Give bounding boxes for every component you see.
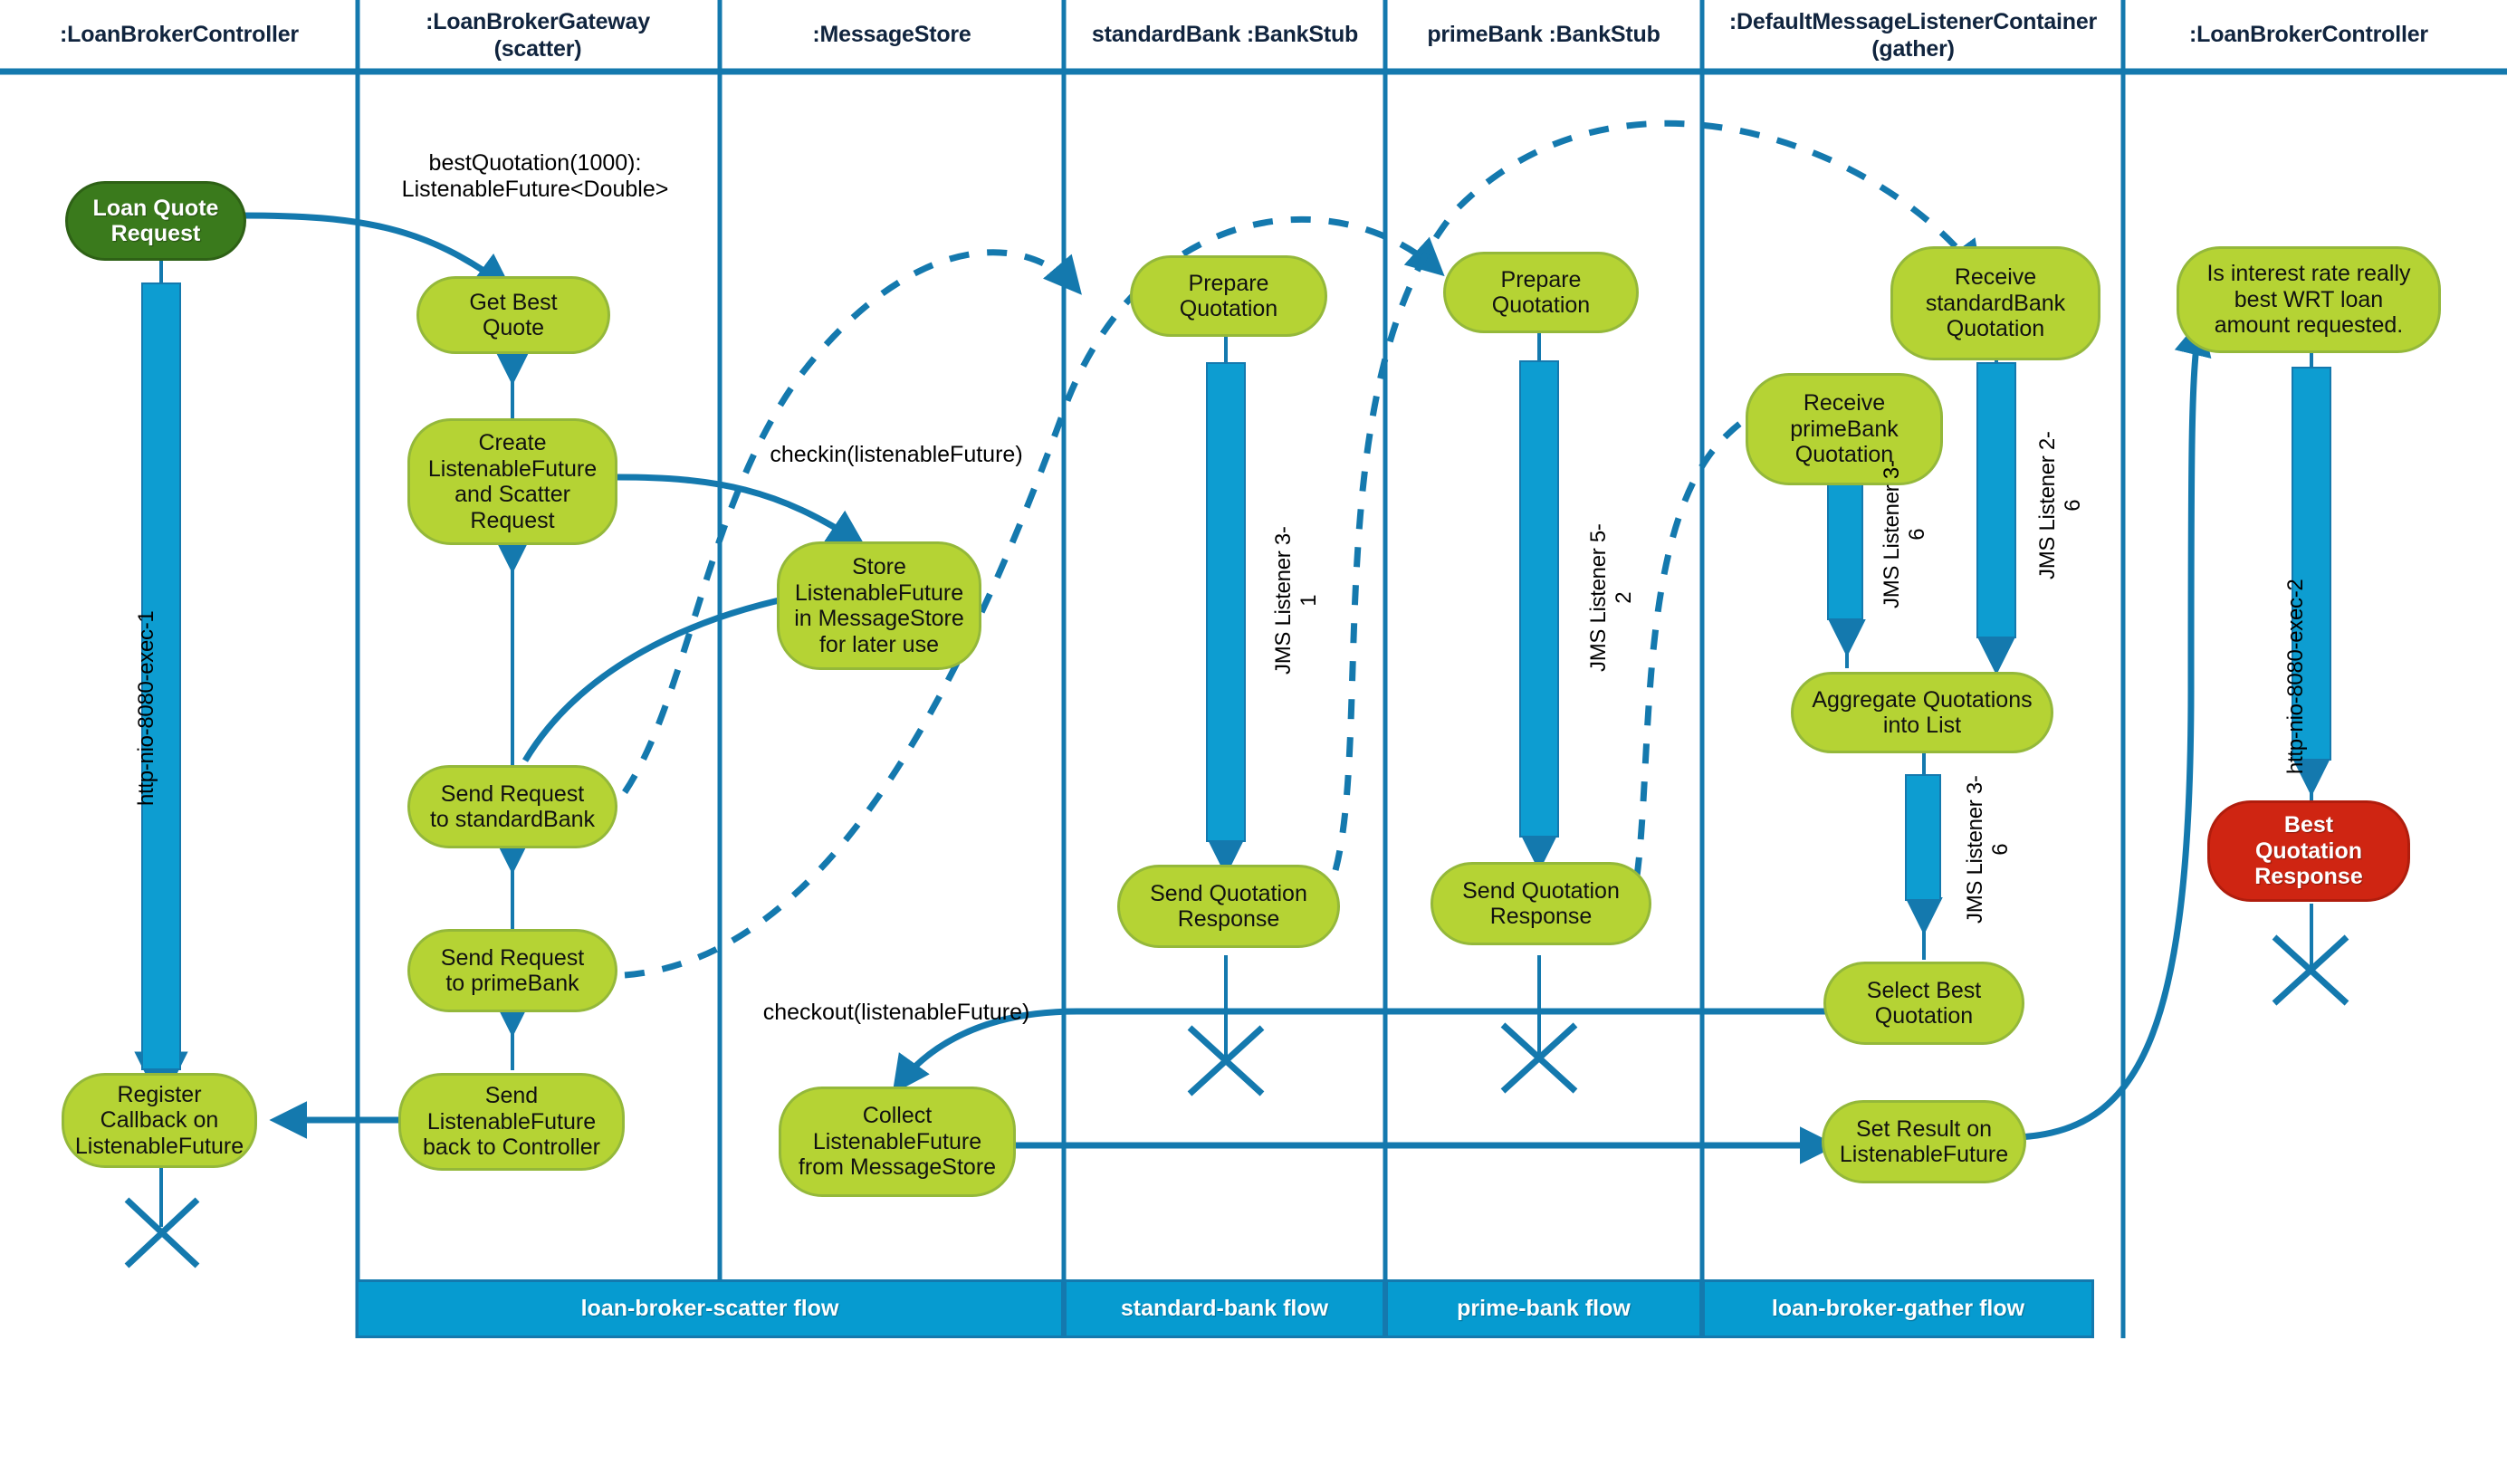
activation-jms-listener-5-2 <box>1519 360 1559 838</box>
node-primebank-send-quotation-response[interactable]: Send Quotation Response <box>1431 862 1651 945</box>
lane-header-controller-left: :LoanBrokerController <box>60 22 299 47</box>
message-label-checkin: checkin(listenableFuture) <box>770 442 1023 467</box>
node-send-request-standardbank[interactable]: Send Request to standardBank <box>407 765 617 848</box>
node-get-best-quote[interactable]: Get Best Quote <box>416 276 610 354</box>
activation-label-jms-listener-5-2: JMS Listener 5- 2 <box>1586 523 1636 672</box>
sequence-diagram-canvas: :LoanBrokerController :LoanBrokerGateway… <box>0 0 2507 1484</box>
lane-header-primebank: primeBank :BankStub <box>1427 22 1660 47</box>
flow-bar-standard-bank: standard-bank flow <box>1064 1279 1385 1338</box>
node-send-request-primebank[interactable]: Send Request to primeBank <box>407 929 617 1012</box>
lane-header-controller-right: :LoanBrokerController <box>2189 22 2428 47</box>
activation-label-jms-listener-3-1: JMS Listener 3- 1 <box>1271 526 1321 675</box>
node-receive-standardbank-quotation[interactable]: Receive standardBank Quotation <box>1890 246 2100 360</box>
flow-bar-loan-broker-gather: loan-broker-gather flow <box>1702 1279 2094 1338</box>
node-primebank-prepare-quotation[interactable]: Prepare Quotation <box>1443 252 1639 333</box>
activation-label-http-exec-1: http-nio-8080-exec-1 <box>134 610 158 806</box>
node-collect-listenablefuture[interactable]: Collect ListenableFuture from MessageSto… <box>779 1087 1016 1197</box>
node-select-best-quotation[interactable]: Select Best Quotation <box>1823 962 2024 1045</box>
node-aggregate-quotations[interactable]: Aggregate Quotations into List <box>1791 672 2053 753</box>
lane-header-listenercontainer: :DefaultMessageListenerContainer (gather… <box>1728 9 2098 62</box>
diagram-edges <box>0 0 2507 1338</box>
activation-jms-listener-3-6b <box>1905 774 1941 901</box>
node-register-callback[interactable]: Register Callback on ListenableFuture <box>62 1073 257 1168</box>
activation-label-jms-listener-3-6a: JMS Listener 3- 6 <box>1880 460 1929 608</box>
activation-jms-listener-3-1 <box>1206 362 1246 842</box>
flow-bar-prime-bank: prime-bank flow <box>1385 1279 1702 1338</box>
node-standardbank-prepare-quotation[interactable]: Prepare Quotation <box>1130 255 1327 337</box>
node-standardbank-send-quotation-response[interactable]: Send Quotation Response <box>1117 865 1340 948</box>
message-label-best-quotation: bestQuotation(1000): ListenableFuture<Do… <box>401 150 669 202</box>
flow-bar-loan-broker-scatter: loan-broker-scatter flow <box>356 1279 1064 1338</box>
node-best-quotation-response[interactable]: Best Quotation Response <box>2207 800 2410 902</box>
activation-jms-listener-3-6a <box>1827 466 1863 620</box>
lane-header-standardbank: standardBank :BankStub <box>1091 22 1359 47</box>
node-store-listenablefuture[interactable]: Store ListenableFuture in MessageStore f… <box>777 541 981 670</box>
node-interest-rate-question[interactable]: Is interest rate really best WRT loan am… <box>2177 246 2441 353</box>
activation-label-jms-listener-2-6: JMS Listener 2- 6 <box>2035 431 2085 579</box>
node-send-lf-back-to-controller[interactable]: Send ListenableFuture back to Controller <box>398 1073 625 1171</box>
node-create-listenablefuture[interactable]: Create ListenableFuture and Scatter Requ… <box>407 418 617 545</box>
activation-label-jms-listener-3-6b: JMS Listener 3- 6 <box>1963 775 2013 924</box>
lane-header-gateway: :LoanBrokerGateway (scatter) <box>426 9 650 62</box>
activation-label-http-exec-2: http-nio-8080-exec-2 <box>2283 579 2308 774</box>
node-set-result-on-listenablefuture[interactable]: Set Result on ListenableFuture <box>1822 1100 2026 1183</box>
message-label-checkout: checkout(listenableFuture) <box>762 1000 1030 1025</box>
lane-header-messagestore: :MessageStore <box>812 22 971 47</box>
node-loan-quote-request[interactable]: Loan Quote Request <box>65 181 246 261</box>
activation-jms-listener-2-6 <box>1976 362 2016 638</box>
